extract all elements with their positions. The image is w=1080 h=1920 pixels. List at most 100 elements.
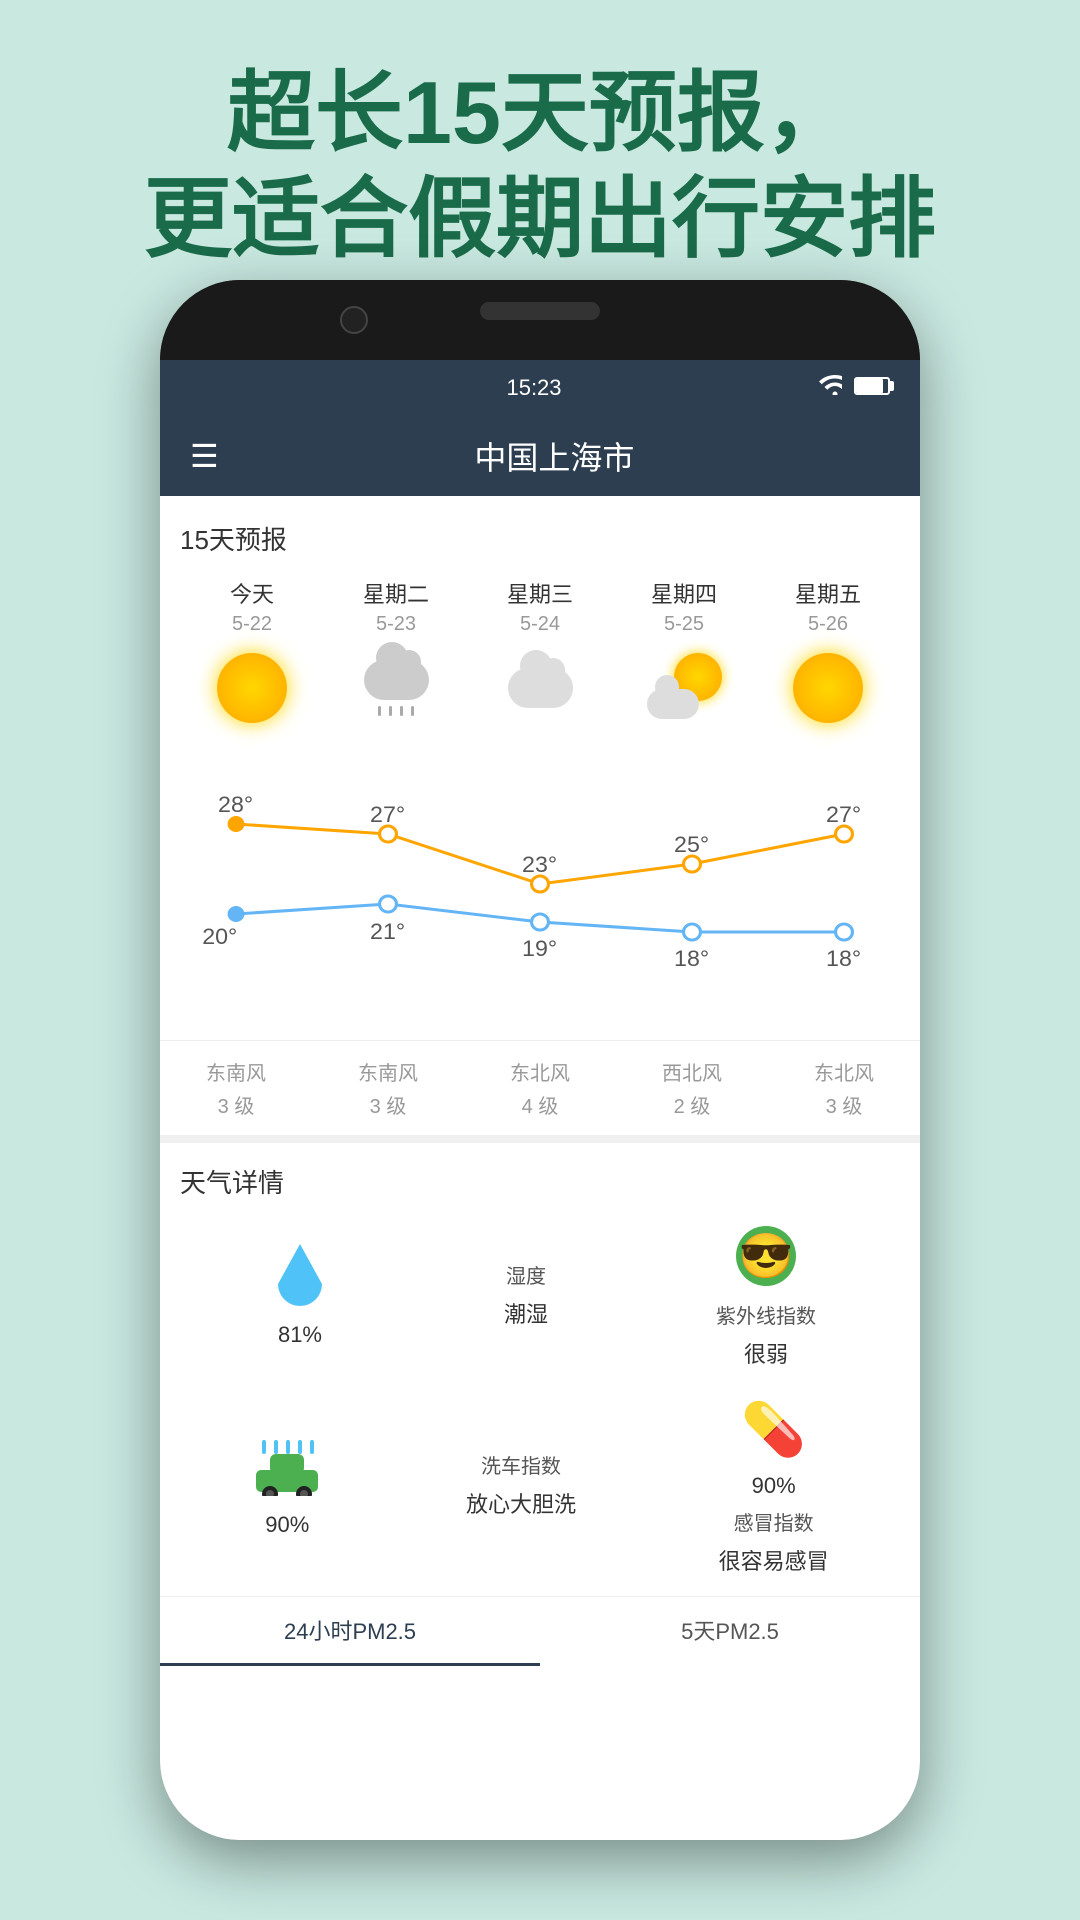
carwash-label: 洗车指数	[481, 1450, 561, 1479]
forecast-title: 15天预报	[180, 520, 900, 557]
wind-dir-4: 东北风	[814, 1057, 874, 1086]
battery-icon	[854, 375, 890, 401]
wind-dir-0: 东南风	[206, 1057, 266, 1086]
day-col-2: 星期三 5-24	[468, 577, 612, 728]
svg-text:18°: 18°	[826, 947, 861, 971]
sun-icon-4	[793, 653, 863, 723]
status-time: 15:23	[250, 375, 818, 401]
app-bar-title: 中国上海市	[219, 433, 890, 479]
detail-cold: 💊 90% 感冒指数 很容易感冒	[719, 1393, 829, 1576]
menu-icon[interactable]: ☰	[190, 440, 219, 472]
wind-level-0: 3 级	[218, 1090, 255, 1119]
details-row-1: 81% 湿度 潮湿 紫外线指数 很弱	[180, 1220, 900, 1369]
cold-value: 很容易感冒	[719, 1544, 829, 1576]
temp-chart: 28° 27° 23° 25° 27° 20° 21°	[160, 744, 920, 1024]
wind-col-3: 西北风 2 级	[616, 1057, 768, 1119]
smiley-icon	[736, 1226, 796, 1286]
wind-col-4: 东北风 3 级	[768, 1057, 920, 1119]
humidity-icon	[264, 1242, 336, 1314]
wind-col-0: 东南风 3 级	[160, 1057, 312, 1119]
tab-24h-pm25[interactable]: 24小时PM2.5	[160, 1597, 540, 1666]
svg-text:21°: 21°	[370, 920, 405, 944]
humidity-value: 81%	[278, 1322, 322, 1348]
day-date-3: 5-25	[664, 613, 704, 636]
wind-level-3: 2 级	[674, 1090, 711, 1119]
wind-level-1: 3 级	[370, 1090, 407, 1119]
weather-icon-1	[356, 648, 436, 728]
day-name-3: 星期四	[651, 577, 717, 609]
cloud-icon-2	[508, 668, 573, 708]
carwash-sub: 放心大胆洗	[466, 1487, 576, 1519]
weather-section: 15天预报 今天 5-22 星期二 5-23	[160, 496, 920, 744]
page-header: 超长15天预报， 更适合假期出行安排	[0, 0, 1080, 311]
wind-dir-1: 东南风	[358, 1057, 418, 1086]
weather-icon-3	[644, 648, 724, 728]
wind-dir-2: 东北风	[510, 1057, 570, 1086]
weather-icon-4	[788, 648, 868, 728]
suncloudy-icon-3	[647, 653, 722, 723]
svg-text:25°: 25°	[674, 833, 709, 857]
day-col-0: 今天 5-22	[180, 577, 324, 728]
pill-icon: 💊	[741, 1399, 806, 1460]
day-name-2: 星期三	[507, 577, 573, 609]
wind-col-2: 东北风 4 级	[464, 1057, 616, 1119]
humidity-label: 湿度	[506, 1260, 546, 1289]
carwash-svg	[252, 1440, 322, 1496]
day-col-4: 星期五 5-26	[756, 577, 900, 728]
humidity-sublabel: 潮湿	[504, 1297, 548, 1329]
header-title: 超长15天预报， 更适合假期出行安排	[40, 60, 1040, 271]
wind-dir-3: 西北风	[662, 1057, 722, 1086]
phone-top-bar	[160, 280, 920, 360]
svg-text:20°: 20°	[202, 925, 237, 949]
svg-text:23°: 23°	[522, 853, 557, 877]
day-name-0: 今天	[230, 577, 274, 609]
status-icons	[818, 375, 890, 401]
svg-text:27°: 27°	[826, 803, 861, 827]
wifi-icon	[818, 375, 842, 401]
cold-label: 感冒指数	[734, 1507, 814, 1536]
day-date-4: 5-26	[808, 613, 848, 636]
status-bar: 15:23	[160, 360, 920, 416]
svg-text:27°: 27°	[370, 803, 405, 827]
sun-icon-0	[217, 653, 287, 723]
main-content: 15天预报 今天 5-22 星期二 5-23	[160, 496, 920, 1840]
detail-humidity-text: 湿度 潮湿	[504, 1260, 548, 1329]
phone-speaker	[480, 302, 600, 320]
day-col-3: 星期四 5-25	[612, 577, 756, 728]
details-section: 天气详情 81% 湿度 潮湿	[160, 1135, 920, 1596]
uv-value: 很弱	[744, 1337, 788, 1369]
carwash-icon-wrap	[251, 1432, 323, 1504]
wind-level-4: 3 级	[826, 1090, 863, 1119]
svg-text:19°: 19°	[522, 937, 557, 961]
phone-screen: 15:23 ☰ 中国上海市	[160, 360, 920, 1840]
uv-label: 紫外线指数	[716, 1300, 816, 1329]
cold-icon-wrap: 💊	[738, 1393, 810, 1465]
bottom-tabs: 24小时PM2.5 5天PM2.5	[160, 1596, 920, 1666]
svg-text:28°: 28°	[218, 793, 253, 817]
day-name-4: 星期五	[795, 577, 861, 609]
tab-5d-pm25[interactable]: 5天PM2.5	[540, 1597, 920, 1666]
svg-text:18°: 18°	[674, 947, 709, 971]
day-date-0: 5-22	[232, 613, 272, 636]
carwash-value: 90%	[265, 1512, 309, 1538]
app-bar: ☰ 中国上海市	[160, 416, 920, 496]
detail-carwash-text: 洗车指数 放心大胆洗	[466, 1450, 576, 1519]
day-name-1: 星期二	[363, 577, 429, 609]
rain-icon-1	[364, 660, 429, 716]
wind-container: 东南风 3 级 东南风 3 级 东北风 4 级 西北风 2 级 东北风 3	[160, 1040, 920, 1135]
detail-carwash: 90%	[251, 1432, 323, 1538]
water-drop-svg	[274, 1244, 326, 1312]
cold-icon-value: 90%	[752, 1473, 796, 1499]
weather-icon-2	[500, 648, 580, 728]
phone-camera	[340, 306, 368, 334]
detail-uv: 紫外线指数 很弱	[716, 1220, 816, 1369]
day-date-1: 5-23	[376, 613, 416, 636]
day-date-2: 5-24	[520, 613, 560, 636]
details-row-2: 90% 洗车指数 放心大胆洗 💊 90% 感冒指数 很容易感冒	[180, 1393, 900, 1576]
phone-frame: 15:23 ☰ 中国上海市	[160, 280, 920, 1840]
weather-icon-0	[212, 648, 292, 728]
uv-icon	[730, 1220, 802, 1292]
details-title: 天气详情	[180, 1163, 900, 1200]
wind-col-1: 东南风 3 级	[312, 1057, 464, 1119]
wind-level-2: 4 级	[522, 1090, 559, 1119]
